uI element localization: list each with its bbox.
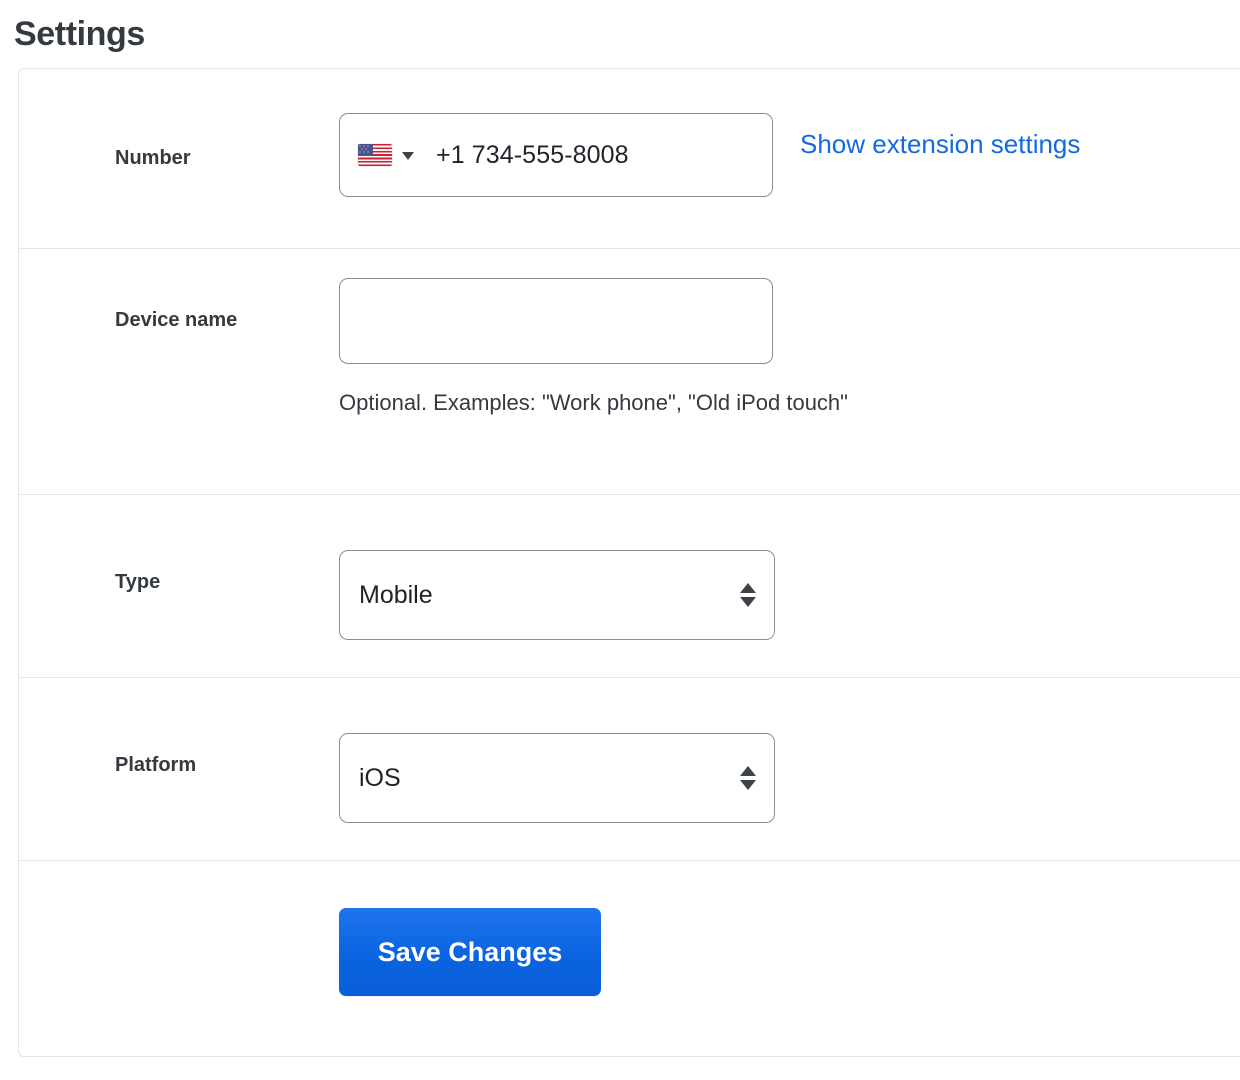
form-row-number: Number +1 734-555-8008 Show extension se…	[19, 69, 1240, 249]
phone-number-input[interactable]: +1 734-555-8008	[339, 113, 773, 197]
page-title: Settings	[14, 14, 145, 54]
caret-up-icon	[740, 766, 756, 776]
type-select[interactable]: Mobile	[339, 550, 775, 640]
caret-up-icon	[740, 583, 756, 593]
label-platform: Platform	[19, 678, 339, 777]
control-type: Mobile	[339, 495, 1240, 640]
form-row-platform: Platform iOS	[19, 678, 1240, 861]
label-device-name: Device name	[19, 249, 339, 332]
show-extension-settings-link[interactable]: Show extension settings	[800, 129, 1080, 160]
control-platform: iOS	[339, 678, 1240, 823]
form-row-type: Type Mobile	[19, 495, 1240, 678]
platform-select[interactable]: iOS	[339, 733, 775, 823]
label-number: Number	[19, 69, 339, 170]
form-row-device-name: Device name Optional. Examples: "Work ph…	[19, 249, 1240, 495]
form-row-actions: Save Changes	[19, 861, 1240, 1056]
caret-down-icon	[740, 597, 756, 607]
phone-number-value: +1 734-555-8008	[436, 141, 629, 170]
device-name-input[interactable]	[339, 278, 773, 364]
caret-down-icon	[740, 780, 756, 790]
type-select-value: Mobile	[359, 581, 433, 610]
select-stepper-icon[interactable]	[740, 583, 756, 607]
platform-select-value: iOS	[359, 764, 401, 793]
control-device-name: Optional. Examples: "Work phone", "Old i…	[339, 249, 1240, 416]
label-type: Type	[19, 495, 339, 594]
save-changes-button[interactable]: Save Changes	[339, 908, 601, 996]
select-stepper-icon[interactable]	[740, 766, 756, 790]
us-flag-icon[interactable]	[358, 144, 392, 166]
control-actions: Save Changes	[339, 861, 1240, 996]
control-number: +1 734-555-8008 Show extension settings	[339, 69, 1240, 197]
chevron-down-icon[interactable]	[402, 152, 414, 160]
device-name-helper-text: Optional. Examples: "Work phone", "Old i…	[339, 390, 1240, 416]
settings-page: Settings Number +1 734-555-8008 Show ext…	[0, 0, 1240, 1080]
settings-card: Number +1 734-555-8008 Show extension se…	[18, 68, 1240, 1057]
